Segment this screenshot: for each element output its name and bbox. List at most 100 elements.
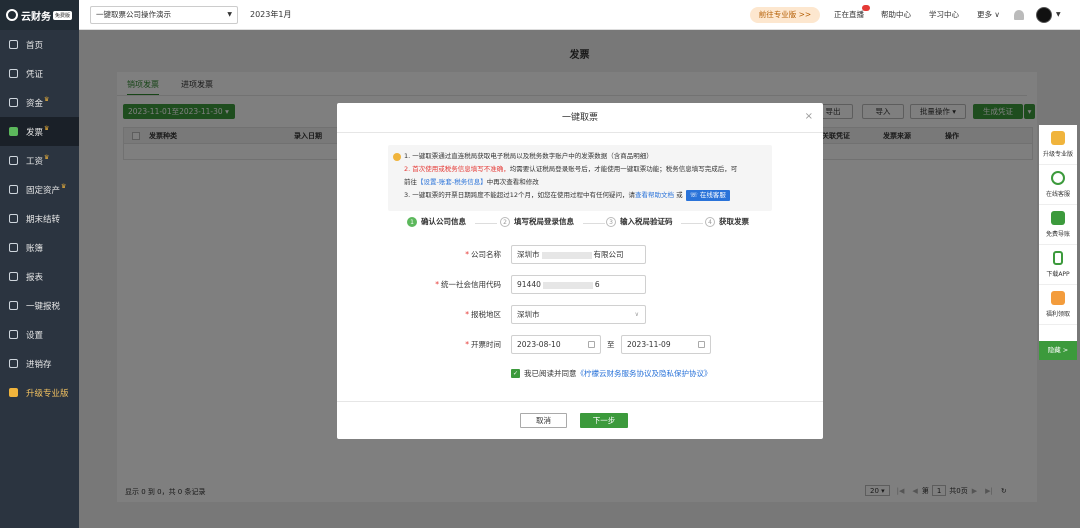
next-step-button[interactable]: 下一步 <box>580 413 628 428</box>
float-online-service[interactable]: 在线客服 <box>1039 165 1077 205</box>
step-number: 1 <box>407 216 417 227</box>
bell-icon[interactable] <box>1014 10 1024 20</box>
sidebar-item-settings[interactable]: 设置 <box>0 320 79 349</box>
date-to-input[interactable]: 2023-11-09 <box>621 335 711 354</box>
period-close-icon <box>9 214 18 223</box>
date-to-separator: 至 <box>607 340 615 349</box>
step-number: 2 <box>500 216 510 227</box>
hide-panel-button[interactable]: 隐藏 > <box>1039 341 1077 360</box>
cancel-button[interactable]: 取消 <box>520 413 567 428</box>
right-float-panel: 升级专业版 在线客服 免费导账 下载APP 福利领取 <box>1039 125 1077 360</box>
sidebar-item-fixed-asset[interactable]: 固定资产 ♛ <box>0 175 79 204</box>
credit-code-label: * 统一社会信用代码 <box>435 280 501 289</box>
chevron-down-icon[interactable]: ▼ <box>1056 0 1061 30</box>
tax-region-select[interactable]: 深圳市 ∨ <box>511 305 646 324</box>
notice-line-2: 2. 首次使用或税务信息填写不准确，均需要认证税局登录账号后，才能使用一键取票功… <box>404 163 766 176</box>
company-name-post: 有限公司 <box>593 250 624 259</box>
date-to-value: 2023-11-09 <box>627 340 671 349</box>
company-name-label-text: 公司名称 <box>471 250 501 259</box>
step-4: 4 获取发票 <box>705 216 749 227</box>
agreement-checkbox[interactable]: ✓ <box>511 369 520 378</box>
voucher-icon <box>9 69 18 78</box>
invoice-date-label: * 开票时间 <box>465 340 501 349</box>
go-pro-button[interactable]: 前往专业版 >> <box>750 7 820 23</box>
tax-region-row: * 报税地区 深圳市 ∨ <box>337 305 823 324</box>
notice-line-1: 1. 一键取票通过直连税局获取电子税局以及税务数字账户中的发票数据（含商品明细） <box>404 152 653 160</box>
sidebar-item-label: 进销存 <box>26 359 52 370</box>
sidebar-item-voucher[interactable]: 凭证 <box>0 59 79 88</box>
float-download-app[interactable]: 下载APP <box>1039 245 1077 285</box>
sidebar-item-invoice[interactable]: 发票 ♛ <box>0 117 79 146</box>
sidebar-item-fund[interactable]: 资金 ♛ <box>0 88 79 117</box>
agreement-link[interactable]: 《柠檬云财务服务协议及隐私保护协议》 <box>577 368 712 379</box>
sidebar-item-label: 一键报税 <box>26 301 61 312</box>
calendar-icon <box>588 341 595 348</box>
sidebar-item-inventory[interactable]: 进销存 <box>0 349 79 378</box>
notice-line-3: 前往【设置-账套-税务信息】中再次查看和修改 <box>404 176 766 189</box>
credit-code-field[interactable]: 91440 6 <box>511 275 646 294</box>
step-label: 确认公司信息 <box>421 217 466 226</box>
float-item-label: 升级专业版 <box>1042 151 1073 158</box>
float-benefits[interactable]: 福利领取 <box>1039 285 1077 325</box>
live-hot-icon <box>862 5 870 11</box>
logo-icon <box>6 9 18 21</box>
sidebar-item-label: 报表 <box>26 272 44 283</box>
notice-line-3-post: 中再次查看和修改 <box>486 178 539 186</box>
step-connector <box>475 223 497 224</box>
sidebar-item-report[interactable]: 报表 <box>0 262 79 291</box>
sidebar-item-label: 首页 <box>26 40 44 51</box>
sidebar-item-salary[interactable]: 工资 ♛ <box>0 146 79 175</box>
crown-icon <box>1051 131 1065 145</box>
credit-code-label-text: 统一社会信用代码 <box>441 280 501 289</box>
top-bar: 云财务 免费版 一键取票公司操作演示 ▼ 2023年1月 前往专业版 >> 正在… <box>0 0 1080 30</box>
step-1: 1 确认公司信息 <box>407 216 466 227</box>
more-menu[interactable]: 更多 ∨ <box>977 0 1000 30</box>
notice-line-2-text: 均需要认证税局登录账号后，才能使用一键取票功能；税务信息填写完成后，可 <box>509 165 738 173</box>
quick-fetch-invoice-dialog: 一键取票 × 1. 一键取票通过直连税局获取电子税局以及税务数字账户中的发票数据… <box>337 103 823 439</box>
close-icon[interactable]: × <box>805 111 813 122</box>
float-free-import[interactable]: 免费导账 <box>1039 205 1077 245</box>
online-service-label: 在线客服 <box>699 191 726 199</box>
crown-icon: ♛ <box>61 183 67 190</box>
sidebar-item-ledger[interactable]: 账簿 <box>0 233 79 262</box>
sidebar-item-label: 升级专业版 <box>26 388 69 399</box>
tax-icon <box>9 301 18 310</box>
headset-icon: ☏ <box>689 191 698 199</box>
step-label: 获取发票 <box>719 217 749 226</box>
company-select[interactable]: 一键取票公司操作演示 ▼ <box>90 6 238 24</box>
sidebar-item-label: 资金 <box>26 98 44 109</box>
brand-name: 云财务 <box>21 11 51 23</box>
sidebar-item-upgrade[interactable]: 升级专业版 <box>0 378 79 407</box>
agreement-text: 我已阅读并同意 <box>524 369 577 378</box>
step-number: 4 <box>705 216 715 227</box>
float-item-label: 下载APP <box>1046 271 1070 278</box>
notice-or: 或 <box>676 191 683 199</box>
company-name-row: * 公司名称 深圳市 有限公司 <box>337 245 823 264</box>
accounting-period[interactable]: 2023年1月 <box>250 0 291 30</box>
tax-info-settings-link[interactable]: 【设置-账套-税务信息】 <box>417 178 487 186</box>
sidebar-item-label: 发票 <box>26 127 44 138</box>
learning-center-link[interactable]: 学习中心 <box>929 0 959 30</box>
live-link[interactable]: 正在直播 <box>834 0 864 30</box>
crown-icon: ♛ <box>44 96 50 103</box>
sidebar-item-label: 期末结转 <box>26 214 61 225</box>
online-service-button[interactable]: ☏ 在线客服 <box>685 190 730 201</box>
sidebar-item-tax[interactable]: 一键报税 <box>0 291 79 320</box>
step-connector <box>681 223 703 224</box>
float-item-label: 福利领取 <box>1045 311 1070 318</box>
sidebar-item-label: 固定资产 <box>26 185 61 196</box>
sidebar-item-home[interactable]: 首页 <box>0 30 79 59</box>
date-from-input[interactable]: 2023-08-10 <box>511 335 601 354</box>
step-connector <box>583 223 605 224</box>
help-doc-link[interactable]: 查看帮助文档 <box>635 191 674 199</box>
avatar[interactable] <box>1036 7 1052 23</box>
sidebar-item-period-close[interactable]: 期末结转 <box>0 204 79 233</box>
tax-region-label-text: 报税地区 <box>471 310 501 319</box>
notice-line-3-pre: 前往 <box>404 178 417 186</box>
invoice-date-row: * 开票时间 2023-08-10 至 2023-11-09 <box>337 335 823 354</box>
invoice-icon <box>9 127 18 136</box>
company-name-label: * 公司名称 <box>465 250 501 259</box>
help-center-link[interactable]: 帮助中心 <box>881 0 911 30</box>
float-upgrade-pro[interactable]: 升级专业版 <box>1039 125 1077 165</box>
company-name-field[interactable]: 深圳市 有限公司 <box>511 245 646 264</box>
